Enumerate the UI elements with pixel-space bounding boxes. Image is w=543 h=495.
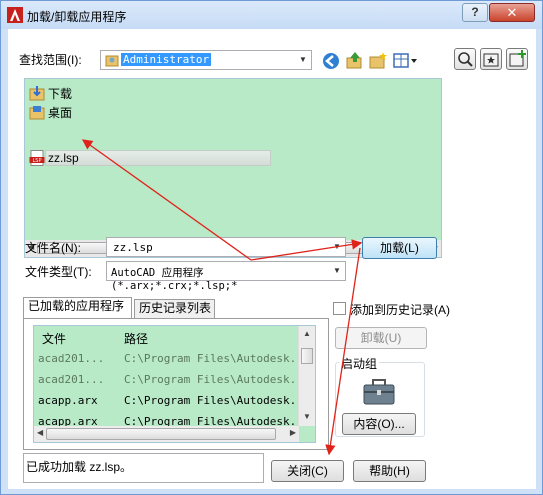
up-folder-icon[interactable] xyxy=(345,50,365,70)
tab-panel: 文件 路径 acad201... C:\Program Files\Autode… xyxy=(23,318,329,450)
window-title: 加载/卸载应用程序 xyxy=(27,10,127,24)
loaded-apps-table[interactable]: 文件 路径 acad201... C:\Program Files\Autode… xyxy=(33,325,316,443)
briefcase-icon xyxy=(363,379,395,405)
tab-loaded-apps[interactable]: 已加载的应用程序 xyxy=(23,297,132,318)
help-title-button[interactable]: ? xyxy=(462,3,488,22)
table-hscrollbar[interactable]: ◀ ▶ xyxy=(34,426,299,442)
filename-label: 文件名(N): xyxy=(25,241,81,255)
row-file: acad201... xyxy=(38,373,105,386)
startup-group-label: 启动组 xyxy=(339,355,380,372)
file-name: 下载 xyxy=(48,86,73,101)
dialog-window: 加载/卸载应用程序 ? ✕ 查找范围(I): Administrator ▼ 下… xyxy=(0,0,543,495)
filename-value: zz.lsp xyxy=(113,241,153,254)
list-item[interactable]: 桌面 xyxy=(29,103,72,121)
row-file: acapp.arx xyxy=(38,394,98,407)
close-button[interactable]: 关闭(C) xyxy=(271,460,344,482)
file-list[interactable]: 下载 桌面 LSP zz.lsp ◀ ▶ xyxy=(24,78,442,258)
status-text: 已成功加载 zz.lsp。 xyxy=(26,460,133,474)
tab-history-list[interactable]: 历史记录列表 xyxy=(134,299,215,318)
scroll-thumb[interactable] xyxy=(46,428,276,440)
row-path: C:\Program Files\Autodesk... xyxy=(124,352,310,365)
list-item[interactable]: 下载 xyxy=(29,84,72,102)
favorites-folder-icon xyxy=(483,53,499,67)
row-path: C:\Program Files\Autodesk... xyxy=(124,373,310,386)
unload-button[interactable]: 卸载(U) xyxy=(335,327,427,349)
add-history-checkbox[interactable] xyxy=(333,302,346,315)
dialog-body: 查找范围(I): Administrator ▼ 下载 桌面 LSP zz.ls… xyxy=(8,29,536,489)
list-item[interactable]: LSP zz.lsp xyxy=(29,149,79,167)
lookin-label: 查找范围(I): xyxy=(19,53,82,67)
new-folder-icon[interactable] xyxy=(368,51,388,71)
scroll-left-icon[interactable]: ◀ xyxy=(37,428,43,437)
scroll-right-icon[interactable]: ▶ xyxy=(290,428,296,437)
status-box: 已成功加载 zz.lsp。 xyxy=(23,453,264,483)
user-folder-icon xyxy=(105,55,119,67)
find-button[interactable] xyxy=(454,48,476,70)
table-row[interactable]: acad201... C:\Program Files\Autodesk... xyxy=(34,349,309,369)
scroll-up-icon[interactable]: ▲ xyxy=(303,329,311,338)
lsp-file-icon: LSP xyxy=(29,150,45,166)
col-file-header[interactable]: 文件 xyxy=(42,330,66,347)
row-file: acapp.arx xyxy=(38,415,98,426)
favorites-button[interactable] xyxy=(480,48,502,70)
row-path: C:\Program Files\Autodesk... xyxy=(124,415,299,426)
lookin-combo[interactable]: Administrator ▼ xyxy=(100,50,312,70)
table-row[interactable]: acad201... C:\Program Files\Autodesk... xyxy=(34,370,309,390)
filetype-label: 文件类型(T): xyxy=(25,265,92,279)
close-window-button[interactable]: ✕ xyxy=(489,3,535,22)
scroll-down-icon[interactable]: ▼ xyxy=(303,412,311,421)
row-path: C:\Program Files\Autodesk... xyxy=(124,394,310,407)
help-button[interactable]: 帮助(H) xyxy=(353,460,426,482)
chevron-down-icon[interactable]: ▼ xyxy=(295,51,311,69)
download-folder-icon xyxy=(29,86,45,101)
chevron-down-icon[interactable]: ▼ xyxy=(329,238,345,256)
table-row[interactable]: acapp.arx C:\Program Files\Autodesk... xyxy=(34,391,309,411)
lookin-value: Administrator xyxy=(121,53,212,66)
filename-combo[interactable]: zz.lsp ▼ xyxy=(106,237,346,257)
add-to-favorites-icon xyxy=(509,50,526,67)
back-icon[interactable] xyxy=(321,51,341,71)
chevron-down-icon[interactable]: ▼ xyxy=(329,262,345,280)
filetype-select[interactable]: AutoCAD 应用程序(*.arx;*.crx;*.lsp;* ▼ xyxy=(106,261,346,292)
autocad-logo-icon xyxy=(7,7,23,23)
file-name: 桌面 xyxy=(48,105,73,120)
add-history-label[interactable]: 添加到历史记录(A) xyxy=(350,301,450,318)
file-name: zz.lsp xyxy=(48,151,79,165)
search-icon xyxy=(458,52,473,67)
col-path-header[interactable]: 路径 xyxy=(124,330,148,347)
table-vscrollbar[interactable]: ▲ ▼ xyxy=(298,326,315,426)
scroll-thumb[interactable] xyxy=(301,348,313,364)
table-row[interactable]: acapp.arx C:\Program Files\Autodesk... xyxy=(34,412,299,426)
load-button[interactable]: 加载(L) xyxy=(362,237,437,259)
title-bar: 加载/卸载应用程序 ? ✕ xyxy=(1,1,542,29)
views-icon[interactable] xyxy=(392,51,420,71)
desktop-folder-icon xyxy=(29,106,45,120)
lsp-badge: LSP xyxy=(33,158,42,164)
row-file: acad201... xyxy=(38,352,105,365)
add-favorite-button[interactable] xyxy=(506,48,528,70)
table-header: 文件 路径 xyxy=(34,326,299,348)
startup-contents-button[interactable]: 内容(O)... xyxy=(342,413,416,435)
filetype-value: AutoCAD 应用程序(*.arx;*.crx;*.lsp;* xyxy=(111,267,238,292)
